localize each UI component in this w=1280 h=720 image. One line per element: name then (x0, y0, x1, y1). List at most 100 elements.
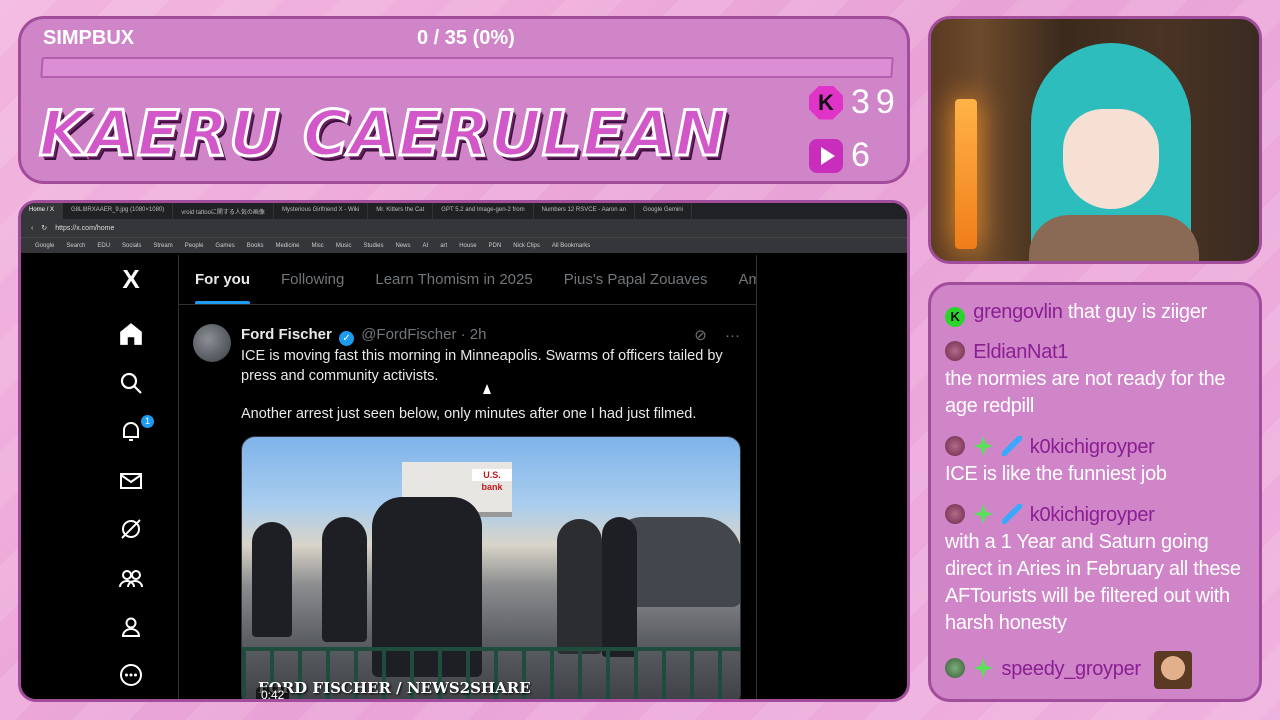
user-avatar-icon (945, 341, 965, 361)
goal-progress-text: 0 / 35 (0%) (417, 27, 515, 49)
bookmark-item[interactable]: House (459, 243, 476, 249)
author-name[interactable]: Ford Fischer (241, 326, 332, 343)
avatar-face (1063, 109, 1159, 209)
notification-badge: 1 (141, 415, 154, 428)
video-bank-sign: U.S. bank (472, 469, 512, 492)
browser-tab[interactable]: vroid tattooに関する人気の画像 (173, 203, 274, 219)
bookmarks-bar: Google Search EDU Socials Stream People … (21, 237, 907, 253)
feed-divider (756, 255, 757, 699)
bookmark-item[interactable]: People (185, 243, 204, 249)
home-icon[interactable] (117, 321, 145, 349)
search-icon[interactable] (117, 371, 145, 399)
tab-list[interactable]: Am (738, 271, 756, 288)
back-icon[interactable]: ‹ (31, 225, 33, 232)
address-bar[interactable]: ‹ ↻ https://x.com/home (21, 219, 907, 237)
bookmark-item[interactable]: Medicine (275, 243, 299, 249)
tab-bar: Home / X G8LI8RXAAER_9.jpg (1080×1080) v… (21, 203, 907, 219)
tweet[interactable]: Ford Fischer ✓ @FordFischer · 2h ⊘ ··· I… (179, 306, 756, 699)
avatar-body (1029, 215, 1199, 261)
bookmark-item[interactable]: Google (35, 243, 54, 249)
more-icon[interactable] (117, 663, 145, 691)
bookmark-item[interactable]: art (440, 243, 447, 249)
tweet-text: ICE is moving fast this morning in Minne… (241, 347, 741, 425)
browser-tab[interactable]: Mysterious Girlfriend X - Wiki (274, 203, 369, 219)
author-handle[interactable]: @FordFischer (361, 326, 456, 343)
emote-icon (1154, 651, 1193, 689)
chat-panel: K grengovlin that guy is ziiger EldianNa… (928, 282, 1262, 702)
tweet-paragraph: Another arrest just seen below, only min… (241, 406, 697, 422)
profile-icon[interactable] (117, 615, 145, 643)
bookmark-item[interactable]: All Bookmarks (552, 243, 590, 249)
tweet-actions: ⊘ ··· (694, 326, 740, 344)
video-person (557, 519, 602, 654)
bell-icon[interactable]: 1 (117, 415, 154, 447)
avatar[interactable] (193, 324, 231, 362)
user-avatar-icon (945, 504, 965, 524)
browser-window: Home / X G8LI8RXAAER_9.jpg (1080×1080) v… (18, 200, 910, 702)
more-options-icon[interactable]: ··· (725, 327, 740, 344)
bookmark-item[interactable]: Studies (363, 243, 383, 249)
tweet-time[interactable]: 2h (470, 326, 487, 343)
kick-viewer-count: K 39 (809, 83, 901, 122)
goal-label: SIMPBUX (43, 27, 135, 49)
kick-icon: K (945, 307, 965, 327)
chat-message: speedy_groyper (945, 651, 1250, 689)
bookmark-item[interactable]: PDN (489, 243, 502, 249)
goal-progress-fill (42, 59, 44, 76)
browser-tab[interactable]: Numbers 12 RSVCE - Aaron an (534, 203, 635, 219)
url-text[interactable]: https://x.com/home (55, 225, 114, 232)
bookmark-item[interactable]: Games (215, 243, 234, 249)
tab-list[interactable]: Learn Thomism in 2025 (375, 271, 532, 288)
twitch-viewer-count: 6 (809, 136, 876, 175)
goal-banner: SIMPBUX 0 / 35 (0%) KAERU CAERULEAN K 39… (18, 16, 910, 184)
streamer-name-logo: KAERU CAERULEAN (38, 96, 729, 172)
bookmark-item[interactable]: EDU (97, 243, 110, 249)
user-avatar-icon (945, 436, 965, 456)
chat-message: EldianNat1 the normies are not ready for… (945, 339, 1250, 420)
subscriber-badge-icon (973, 504, 994, 524)
video-duration: 0:42 (256, 687, 290, 699)
twitch-count: 6 (851, 136, 876, 174)
video-person (252, 522, 292, 637)
bookmark-item[interactable]: Socials (122, 243, 141, 249)
communities-icon[interactable] (117, 567, 145, 595)
browser-tab[interactable]: Home / X (21, 203, 64, 219)
sword-badge-icon (1001, 436, 1022, 456)
subscriber-badge-icon (973, 436, 994, 456)
x-logo-icon[interactable]: X (117, 265, 145, 293)
bookmark-item[interactable]: Books (247, 243, 264, 249)
grok-icon[interactable]: ⊘ (694, 327, 707, 344)
video-person (602, 517, 637, 657)
reload-icon[interactable]: ↻ (41, 224, 47, 232)
mail-icon[interactable] (117, 469, 145, 497)
grok-icon[interactable] (117, 517, 145, 545)
bookmark-item[interactable]: AI (423, 243, 429, 249)
chat-username[interactable]: grengovlin (973, 301, 1063, 323)
tab-following[interactable]: Following (281, 271, 344, 288)
bookmark-item[interactable]: Nick Clips (513, 243, 540, 249)
browser-tab[interactable]: G8LI8RXAAER_9.jpg (1080×1080) (63, 203, 174, 219)
chat-text: the normies are not ready for the age re… (945, 368, 1226, 417)
tweet-video[interactable]: U.S. bank FORD FISCHER / NEWS2SHARE 0:42 (241, 436, 741, 699)
tab-for-you[interactable]: For you (195, 271, 250, 304)
verified-icon: ✓ (339, 331, 355, 346)
browser-tab[interactable]: GPT 5.2 and Image-gen-2 from (433, 203, 534, 219)
chat-username[interactable]: k0kichigroyper (1030, 504, 1155, 526)
chat-username[interactable]: k0kichigroyper (1030, 436, 1155, 458)
tab-list[interactable]: Pius's Papal Zouaves (564, 271, 708, 288)
browser-tab[interactable]: Mr. Kitters the Cat (368, 203, 434, 219)
bookmark-item[interactable]: Music (336, 243, 352, 249)
bookmark-item[interactable]: News (396, 243, 411, 249)
bookmark-item[interactable]: Misc (311, 243, 323, 249)
user-avatar-icon (945, 658, 965, 678)
browser-tab[interactable]: Google Gemini (635, 203, 692, 219)
mouse-cursor-icon (483, 384, 491, 394)
bookmark-item[interactable]: Stream (153, 243, 172, 249)
chat-username[interactable]: speedy_groyper (1002, 658, 1142, 680)
sword-badge-icon (1001, 504, 1022, 524)
lamp (955, 99, 977, 249)
bookmark-item[interactable]: Search (66, 243, 85, 249)
chat-username[interactable]: EldianNat1 (973, 341, 1068, 363)
tweet-header: Ford Fischer ✓ @FordFischer · 2h (241, 326, 486, 346)
chat-message: K grengovlin that guy is ziiger (945, 299, 1250, 327)
